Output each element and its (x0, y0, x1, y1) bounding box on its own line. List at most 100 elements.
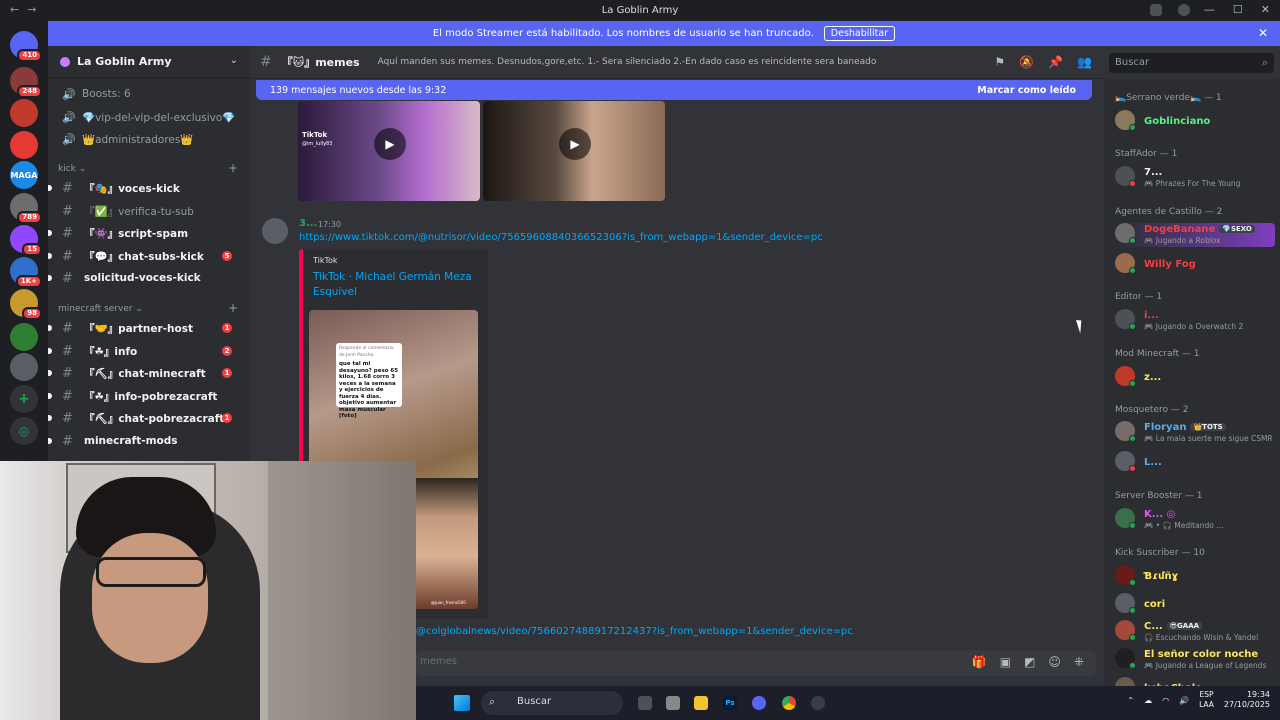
chevron-down-icon: ⌄ (132, 304, 143, 314)
chrome-icon[interactable] (782, 696, 796, 710)
embed-title[interactable]: TikTok · Michael Germán Meza Esquivel (313, 270, 483, 300)
new-messages-bar[interactable]: 139 mensajes nuevos desde las 9:32 Marca… (256, 80, 1092, 100)
server-icon[interactable]: 789 (10, 193, 42, 224)
close-window-button[interactable]: ✕ (1261, 3, 1270, 16)
sidebar-channel[interactable]: # 『🤝』partner-host 1 (48, 318, 242, 338)
channel-topic[interactable]: Aquí manden sus memes. Desnudos,gore,etc… (378, 57, 877, 67)
task-view-icon[interactable] (638, 696, 652, 710)
server-icon[interactable] (10, 131, 38, 159)
sidebar-channel[interactable]: 🔊 Boosts: 6 (56, 84, 242, 104)
inbox-icon[interactable] (1150, 4, 1162, 16)
chevron-down-icon[interactable]: ⌄ (230, 55, 238, 66)
mark-as-read-button[interactable]: Marcar como leído (977, 85, 1076, 96)
member-item[interactable]: L... (1115, 451, 1275, 475)
close-icon[interactable]: ✕ (1258, 26, 1268, 40)
photoshop-icon[interactable]: Ps (723, 696, 737, 710)
search-input[interactable]: Buscar ⌕ (1109, 52, 1274, 73)
volume-icon[interactable]: 🔊 (1179, 696, 1189, 705)
play-icon[interactable]: ▶ (374, 128, 406, 160)
message-link[interactable]: @colglobalnews/video/7566027488917212437… (416, 626, 853, 637)
status-dot (1129, 634, 1136, 641)
sidebar-channel[interactable]: 🔊 👑administradores👑 (56, 129, 242, 149)
server-icon[interactable]: 98 (10, 289, 42, 320)
nav-arrows[interactable]: ←→ (10, 3, 44, 16)
member-item[interactable]: DogeBanane 💎SEXO 🎮 Jugando a Roblox (1115, 223, 1275, 247)
pin-icon[interactable]: 📌 (1048, 55, 1063, 69)
member-item[interactable]: cori (1115, 593, 1275, 617)
gift-icon[interactable]: 🎁 (972, 655, 987, 669)
taskbar-clock[interactable]: 19:34 27/10/2025 (1224, 690, 1270, 710)
sidebar-channel[interactable]: # minecraft-mods (48, 431, 242, 451)
server-icon[interactable]: 410 (10, 31, 42, 62)
channel-category[interactable]: kick ⌄ + (58, 161, 238, 175)
help-icon[interactable] (1178, 4, 1190, 16)
channel-category[interactable]: minecraft server ⌄ + (58, 301, 238, 315)
cloud-icon[interactable]: ☁ (1144, 696, 1152, 705)
sidebar-channel[interactable]: # 『🎭』voces-kick (48, 178, 242, 198)
guild-header[interactable]: La Goblin Army ⌄ (48, 46, 250, 78)
sidebar-channel[interactable]: # 『✅』verifica-tu-sub (56, 201, 242, 221)
server-icon[interactable] (10, 99, 38, 127)
video-thumbnail[interactable]: ▶ (483, 101, 665, 201)
search-icon: ⌕ (489, 695, 496, 708)
emoji-icon[interactable]: ☺ (1048, 655, 1061, 669)
app-icon[interactable] (666, 696, 680, 710)
message-link[interactable]: https://www.tiktok.com/@nutrisor/video/7… (299, 232, 823, 243)
server-icon[interactable]: MAGA (10, 161, 38, 189)
sticker-icon[interactable]: ◩ (1024, 655, 1035, 669)
sidebar-channel[interactable]: # solicitud-voces-kick (48, 268, 242, 288)
add-channel-icon[interactable]: + (228, 161, 238, 175)
server-icon[interactable]: 1K+ (10, 257, 42, 288)
avatar[interactable] (262, 218, 288, 244)
apps-icon[interactable]: ⁜ (1074, 655, 1084, 669)
minimize-button[interactable]: — (1204, 3, 1215, 16)
member-item[interactable]: El señor color noche 🎮 Jugando a League o… (1115, 648, 1275, 672)
sidebar-channel[interactable]: # 『👾』script-spam (48, 223, 242, 243)
discord-icon[interactable] (752, 696, 766, 710)
member-item[interactable]: i... 🎮 Jugando a Overwatch 2 (1115, 309, 1275, 333)
add-channel-icon[interactable]: + (228, 301, 238, 315)
mute-bell-icon[interactable]: 🔕 (1019, 55, 1034, 69)
maximize-button[interactable]: ☐ (1233, 3, 1243, 16)
hash-icon: # (260, 54, 272, 70)
server-icon[interactable]: 248 (10, 67, 42, 98)
tiktok-watermark: TikTok (302, 131, 328, 139)
tray-chevron-icon[interactable]: ⌃ (1127, 696, 1134, 705)
taskbar-search[interactable]: ⌕ Buscar (481, 691, 623, 715)
server-icon[interactable] (10, 353, 38, 381)
video-thumbnail[interactable]: TikTok @im_lully83 ▶ (298, 101, 480, 201)
sidebar-channel[interactable]: 🔊 💎vip-del-vip-del-exclusivo💎 (56, 107, 242, 127)
sidebar-channel[interactable]: # 『⛏』chat-minecraft 1 (48, 363, 242, 383)
member-item[interactable]: kchaCholo (1115, 677, 1275, 686)
member-item[interactable]: K... ◎ 🎮 • 🎧 Meditando ... (1115, 508, 1275, 532)
play-icon[interactable]: ▶ (559, 128, 591, 160)
language-indicator[interactable]: ESP LAA (1199, 690, 1214, 710)
disable-streamer-button[interactable]: Deshabilitar (823, 26, 896, 41)
add-server-icon[interactable]: + (10, 385, 38, 413)
gif-icon[interactable]: ▣ (1000, 655, 1011, 669)
message-author[interactable]: 3... (299, 218, 317, 229)
server-icon[interactable]: 15 (10, 225, 42, 256)
channel-label: solicitud-voces-kick (84, 272, 201, 284)
member-list-icon[interactable]: 👥 (1077, 55, 1092, 69)
member-item[interactable]: z... (1115, 366, 1275, 390)
channel-label: 『☘』info (84, 345, 138, 358)
member-item[interactable]: C... 😎GAAA 🎧 Escuchando Wisin & Yandel (1115, 620, 1275, 644)
discover-icon[interactable]: ◎ (10, 417, 38, 445)
obs-icon[interactable] (811, 696, 825, 710)
sidebar-channel[interactable]: # 『💬』chat-subs-kick 5 (48, 246, 242, 266)
sidebar-channel[interactable]: # 『⛏』chat-pobrezacraft 1 (48, 408, 242, 428)
sidebar-channel[interactable]: # 『☘』info-pobrezacraft (48, 386, 242, 406)
sidebar-channel[interactable]: # 『☘』info 2 (48, 341, 242, 361)
server-icon[interactable] (10, 323, 38, 351)
windows-start-icon[interactable] (454, 695, 470, 711)
wifi-icon[interactable]: ◠ (1162, 696, 1169, 705)
threads-icon[interactable]: ⚑ (994, 55, 1005, 69)
member-item[interactable]: Floryan 👑TOTS 🎮 La mala suerte me sigue CS… (1115, 421, 1275, 445)
message-composer[interactable]: memes 🎁 ▣ ◩ ☺ ⁜ (416, 650, 1096, 676)
member-item[interactable]: Willy Fog (1115, 253, 1275, 277)
member-item[interactable]: Goblinciano (1115, 110, 1275, 134)
file-explorer-icon[interactable] (694, 696, 708, 710)
member-item[interactable]: Ɓɾմñɣ (1115, 565, 1275, 589)
member-item[interactable]: 7... 🎮 Phrazes For The Young (1115, 166, 1275, 190)
